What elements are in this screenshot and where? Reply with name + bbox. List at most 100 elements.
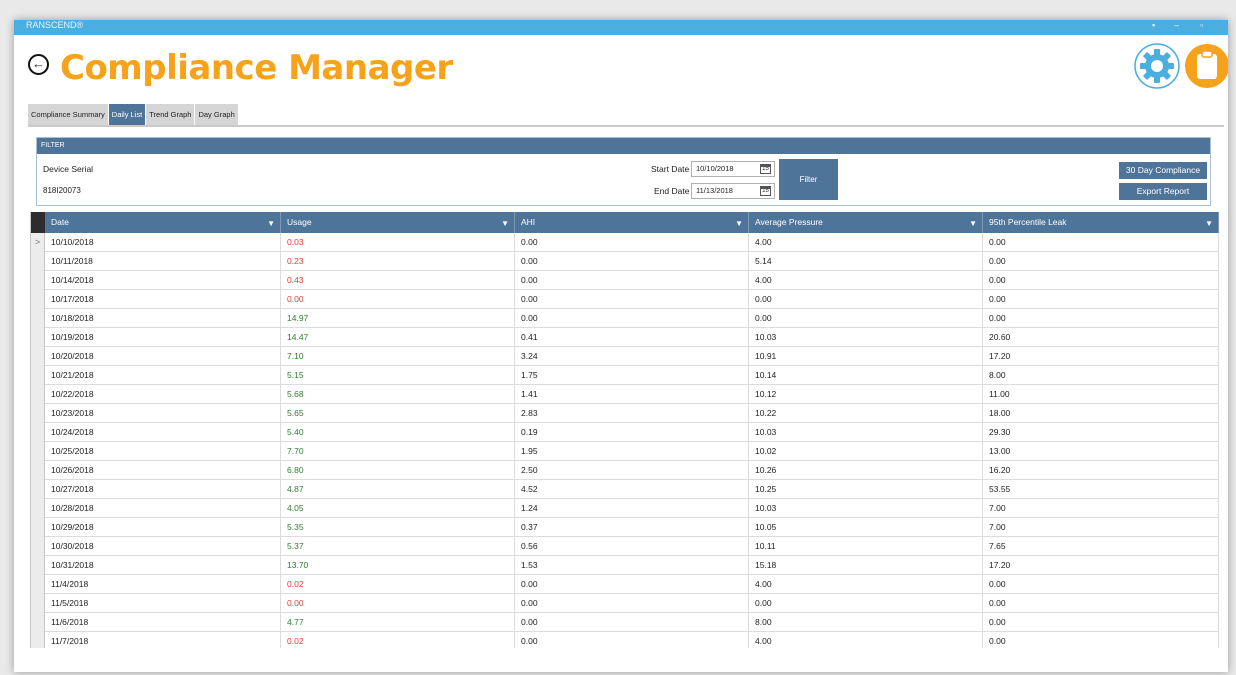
cell-ahi[interactable]: 1.41 [515,385,749,404]
cell-date[interactable]: 10/28/2018 [45,499,281,518]
table-row[interactable]: 10/21/2018 5.15 1.75 10.14 8.00 [31,366,1219,385]
cell-ahi[interactable]: 0.00 [515,594,749,613]
cell-ahi[interactable]: 0.19 [515,423,749,442]
back-button[interactable]: ← [28,54,49,75]
cell-ahi[interactable]: 1.75 [515,366,749,385]
cell-95th-percentile-leak[interactable]: 16.20 [983,461,1219,480]
tab-daily-list[interactable]: Daily List [108,104,146,125]
cell-average-pressure[interactable]: 10.03 [749,499,983,518]
excel-icon[interactable]: ▪ [1152,20,1155,31]
cell-date[interactable]: 10/31/2018 [45,556,281,575]
cell-date[interactable]: 10/26/2018 [45,461,281,480]
thirty-day-compliance-button[interactable]: 30 Day Compliance [1119,162,1207,179]
cell-ahi[interactable]: 0.00 [515,632,749,648]
cell-usage[interactable]: 0.02 [281,575,515,594]
cell-date[interactable]: 10/23/2018 [45,404,281,423]
grid-corner[interactable] [31,212,45,233]
filter-button[interactable]: Filter [779,159,838,200]
cell-usage[interactable]: 5.37 [281,537,515,556]
cell-date[interactable]: 10/10/2018 [45,233,281,252]
cell-ahi[interactable]: 2.83 [515,404,749,423]
cell-usage[interactable]: 13.70 [281,556,515,575]
cell-95th-percentile-leak[interactable]: 18.00 [983,404,1219,423]
column-header-ahi[interactable]: AHI ▼ [515,212,749,233]
export-report-button[interactable]: Export Report [1119,183,1207,200]
cell-average-pressure[interactable]: 10.05 [749,518,983,537]
cell-usage[interactable]: 7.70 [281,442,515,461]
cell-usage[interactable]: 0.43 [281,271,515,290]
cell-usage[interactable]: 0.23 [281,252,515,271]
cell-95th-percentile-leak[interactable]: 17.20 [983,347,1219,366]
cell-95th-percentile-leak[interactable]: 7.00 [983,499,1219,518]
column-header-95th-percentile-leak[interactable]: 95th Percentile Leak ▼ [983,212,1219,233]
cell-usage[interactable]: 6.80 [281,461,515,480]
cell-date[interactable]: 11/6/2018 [45,613,281,632]
cell-date[interactable]: 10/25/2018 [45,442,281,461]
cell-usage[interactable]: 5.65 [281,404,515,423]
row-header[interactable] [31,404,45,423]
table-row[interactable]: 10/18/2018 14.97 0.00 0.00 0.00 [31,309,1219,328]
table-row[interactable]: 11/4/2018 0.02 0.00 4.00 0.00 [31,575,1219,594]
calendar-icon[interactable]: 15 [760,186,771,196]
cell-95th-percentile-leak[interactable]: 11.00 [983,385,1219,404]
funnel-filter-icon[interactable]: ▼ [735,213,743,234]
cell-ahi[interactable]: 4.52 [515,480,749,499]
cell-average-pressure[interactable]: 10.22 [749,404,983,423]
cell-95th-percentile-leak[interactable]: 0.00 [983,290,1219,309]
cell-average-pressure[interactable]: 4.00 [749,632,983,648]
minimize-icon[interactable]: – [1174,20,1179,31]
table-row[interactable]: 10/30/2018 5.37 0.56 10.11 7.65 [31,537,1219,556]
cell-95th-percentile-leak[interactable]: 0.00 [983,271,1219,290]
cell-ahi[interactable]: 0.00 [515,575,749,594]
table-row[interactable]: 10/20/2018 7.10 3.24 10.91 17.20 [31,347,1219,366]
cell-ahi[interactable]: 2.50 [515,461,749,480]
funnel-filter-icon[interactable]: ▼ [267,213,275,234]
row-header[interactable] [31,290,45,309]
cell-usage[interactable]: 5.68 [281,385,515,404]
table-row[interactable]: 11/7/2018 0.02 0.00 4.00 0.00 [31,632,1219,648]
row-header[interactable] [31,252,45,271]
row-header[interactable]: > [31,233,45,252]
cell-average-pressure[interactable]: 4.00 [749,233,983,252]
cell-ahi[interactable]: 0.00 [515,290,749,309]
cell-95th-percentile-leak[interactable]: 7.00 [983,518,1219,537]
table-row[interactable]: >10/10/2018 0.03 0.00 4.00 0.00 [31,233,1219,252]
table-row[interactable]: 10/27/2018 4.87 4.52 10.25 53.55 [31,480,1219,499]
table-row[interactable]: 10/11/2018 0.23 0.00 5.14 0.00 [31,252,1219,271]
cell-95th-percentile-leak[interactable]: 0.00 [983,632,1219,648]
cell-usage[interactable]: 14.97 [281,309,515,328]
row-header[interactable] [31,309,45,328]
row-header[interactable] [31,461,45,480]
cell-ahi[interactable]: 3.24 [515,347,749,366]
cell-95th-percentile-leak[interactable]: 0.00 [983,252,1219,271]
table-row[interactable]: 10/19/2018 14.47 0.41 10.03 20.60 [31,328,1219,347]
cell-date[interactable]: 10/18/2018 [45,309,281,328]
funnel-filter-icon[interactable]: ▼ [1205,213,1213,234]
cell-average-pressure[interactable]: 10.14 [749,366,983,385]
column-header-date[interactable]: Date ▼ [45,212,281,233]
cell-date[interactable]: 10/24/2018 [45,423,281,442]
report-button[interactable] [1184,43,1228,89]
end-date-picker[interactable]: 11/13/2018 15 [691,183,775,199]
table-row[interactable]: 11/5/2018 0.00 0.00 0.00 0.00 [31,594,1219,613]
cell-average-pressure[interactable]: 10.26 [749,461,983,480]
cell-95th-percentile-leak[interactable]: 53.55 [983,480,1219,499]
restore-icon[interactable]: ▫ [1200,20,1203,31]
funnel-filter-icon[interactable]: ▼ [969,213,977,234]
cell-95th-percentile-leak[interactable]: 13.00 [983,442,1219,461]
tab-trend-graph[interactable]: Trend Graph [146,104,195,125]
table-row[interactable]: 10/17/2018 0.00 0.00 0.00 0.00 [31,290,1219,309]
cell-usage[interactable]: 14.47 [281,328,515,347]
table-row[interactable]: 10/24/2018 5.40 0.19 10.03 29.30 [31,423,1219,442]
table-row[interactable]: 10/25/2018 7.70 1.95 10.02 13.00 [31,442,1219,461]
cell-date[interactable]: 10/20/2018 [45,347,281,366]
cell-average-pressure[interactable]: 4.00 [749,271,983,290]
cell-ahi[interactable]: 1.95 [515,442,749,461]
cell-date[interactable]: 10/11/2018 [45,252,281,271]
cell-ahi[interactable]: 0.00 [515,233,749,252]
cell-average-pressure[interactable]: 0.00 [749,594,983,613]
row-header[interactable] [31,442,45,461]
tab-compliance-summary[interactable]: Compliance Summary [28,104,108,125]
cell-date[interactable]: 10/30/2018 [45,537,281,556]
cell-95th-percentile-leak[interactable]: 0.00 [983,575,1219,594]
